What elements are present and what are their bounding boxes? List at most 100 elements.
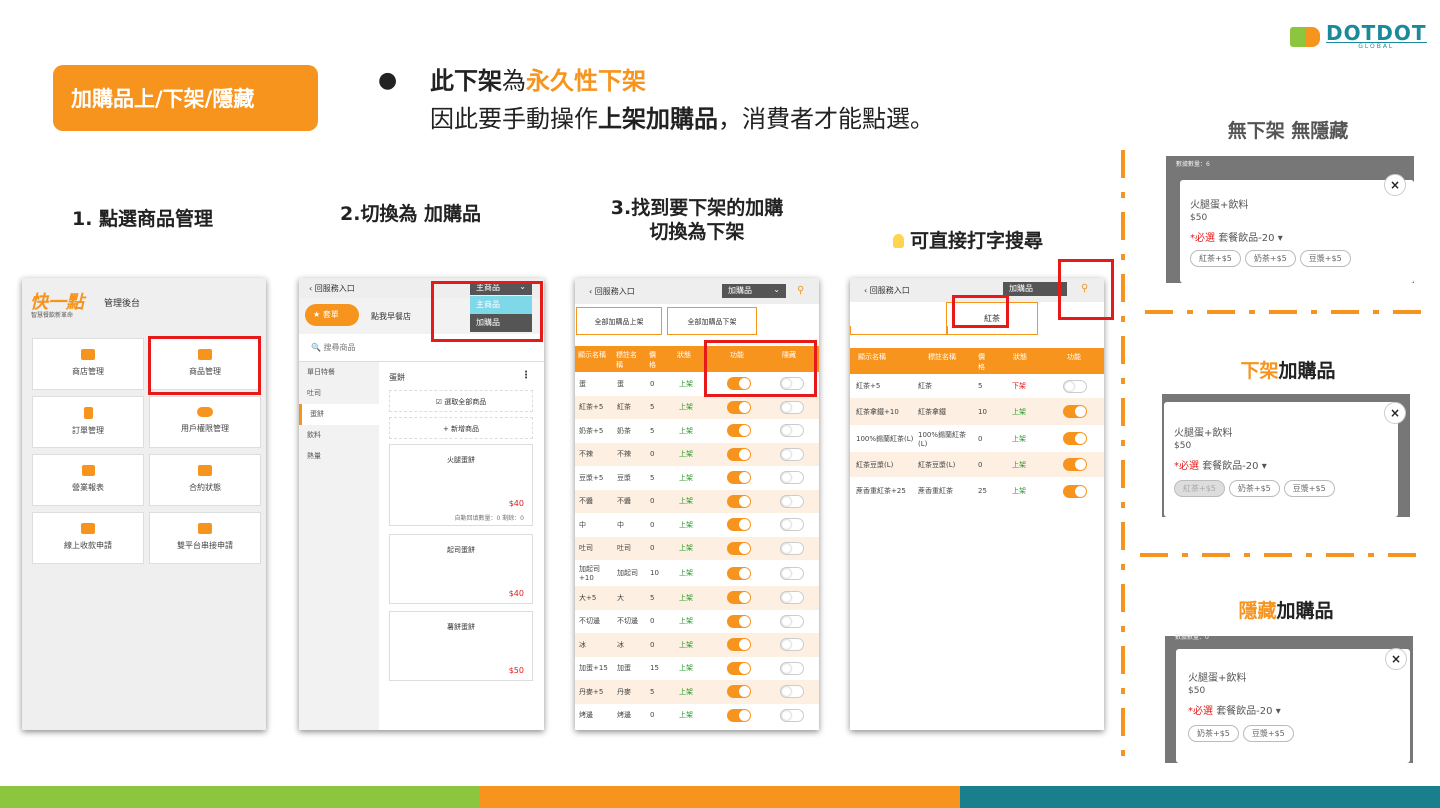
- step-4-label: 可直接打字搜尋: [893, 229, 1043, 253]
- status-toggle[interactable]: [727, 400, 751, 414]
- close-icon[interactable]: ×: [1385, 648, 1407, 670]
- status-toggle[interactable]: [727, 708, 751, 722]
- back-link[interactable]: 回服務入口: [315, 284, 355, 293]
- preview-top-text: 數據數量：6: [1176, 161, 1210, 168]
- table-cell: 中: [617, 520, 624, 529]
- filter-tab-left[interactable]: [850, 326, 948, 335]
- table-cell: 烤邊: [579, 711, 593, 720]
- close-icon[interactable]: ×: [1384, 174, 1406, 196]
- add-product-button[interactable]: + 新增商品: [389, 417, 533, 439]
- more-menu-icon[interactable]: ⋮: [521, 370, 531, 381]
- table-row: 紅茶拿鐵+10 紅茶拿鐵 10 上架: [850, 398, 1104, 425]
- hide-toggle[interactable]: [780, 591, 804, 605]
- status-toggle[interactable]: [727, 591, 751, 605]
- status-toggle[interactable]: [727, 661, 751, 675]
- status-toggle[interactable]: [727, 447, 751, 461]
- table-cell: 紅茶: [617, 403, 631, 412]
- tile-online-payment[interactable]: 線上收款申請: [32, 512, 144, 564]
- status-toggle[interactable]: [727, 566, 751, 580]
- option-pill[interactable]: 豆漿+$5: [1242, 725, 1294, 742]
- option-pill[interactable]: 紅茶+$5: [1190, 250, 1241, 267]
- addon-modal-card: 火腿蛋+飲料 $50 *必選 套餐飲品-20 ▾ 紅茶+$5 奶茶+$5 豆漿+$5: [1164, 402, 1398, 517]
- tile-sales-report[interactable]: 營業報表: [32, 454, 144, 506]
- hide-toggle[interactable]: [780, 708, 804, 722]
- all-addon-on-button[interactable]: 全部加購品上架: [576, 307, 662, 335]
- tile-order-management[interactable]: 訂單管理: [32, 396, 144, 448]
- tab-set-meal[interactable]: ★ 套單: [305, 304, 359, 326]
- tile-contract-status[interactable]: 合約狀態: [149, 454, 261, 506]
- table-cell: 上架: [679, 450, 693, 459]
- status-toggle[interactable]: [1063, 405, 1087, 418]
- table-cell: 上架: [1012, 407, 1026, 416]
- status-toggle[interactable]: [1063, 379, 1087, 393]
- category-item[interactable]: 飲料: [299, 425, 379, 446]
- hide-toggle[interactable]: [780, 541, 804, 555]
- tile-dual-platform[interactable]: 雙平台串接申請: [149, 512, 261, 564]
- status-toggle[interactable]: [727, 471, 751, 485]
- status-toggle[interactable]: [1063, 484, 1087, 498]
- category-item[interactable]: 吐司: [299, 383, 379, 404]
- category-item[interactable]: 單日特餐: [299, 362, 379, 383]
- status-toggle[interactable]: [727, 518, 751, 532]
- table-cell: 紅茶豆漿(L): [856, 460, 894, 469]
- select-all-button[interactable]: ☑ 選取全部商品: [389, 390, 533, 412]
- hide-toggle[interactable]: [780, 494, 804, 508]
- tile-user-permission[interactable]: 用戶權限管理: [149, 396, 261, 448]
- option-pill[interactable]: 奶茶+$5: [1244, 250, 1296, 267]
- dashed-divider-horizontal: [1140, 553, 1430, 557]
- addon-search-panel: ‹ 回服務入口 加購品 ⚲ 紅茶 顯示名稱 標註名稱 價格 狀態 功能 紅茶+5…: [850, 278, 1104, 730]
- brand-slogan: 智慧餐飲新革命: [31, 312, 74, 319]
- hide-toggle[interactable]: [780, 424, 804, 438]
- table-row: 不醬 不醬 0 上架: [575, 489, 819, 513]
- status-toggle[interactable]: [1063, 458, 1087, 471]
- back-link[interactable]: 回服務入口: [595, 287, 635, 296]
- option-pill[interactable]: 豆漿+$5: [1299, 250, 1351, 267]
- search-icon[interactable]: ⚲: [797, 285, 804, 296]
- table-cell: 5: [650, 687, 655, 696]
- status-toggle[interactable]: [727, 541, 751, 555]
- hide-toggle[interactable]: [780, 471, 804, 485]
- table-cell: 冰: [617, 640, 624, 649]
- option-pill[interactable]: 豆漿+$5: [1283, 480, 1335, 497]
- col-header: 標註名稱: [928, 353, 956, 361]
- hide-toggle[interactable]: [780, 685, 804, 699]
- hide-toggle[interactable]: [780, 661, 804, 675]
- option-pill[interactable]: 奶茶+$5: [1228, 480, 1280, 497]
- clipboard-icon: [83, 407, 93, 419]
- category-item-active[interactable]: 蛋餅: [299, 404, 379, 425]
- table-cell: 上架: [679, 520, 693, 529]
- table-cell: 0: [650, 544, 655, 553]
- product-card[interactable]: 薯餅蛋餅 $50: [389, 611, 533, 681]
- table-row: 蔗香重紅茶+25 蔗香重紅茶 25 上架: [850, 477, 1104, 505]
- all-addon-off-button[interactable]: 全部加購品下架: [667, 307, 757, 335]
- back-link[interactable]: 回服務入口: [870, 286, 910, 295]
- table-cell: 吐司: [617, 544, 631, 553]
- table-row: 加蛋+15 加蛋 15 上架: [575, 656, 819, 680]
- tile-store-management[interactable]: 商店管理: [32, 338, 144, 390]
- option-pill[interactable]: 奶茶+$5: [1188, 725, 1239, 742]
- table-cell: 蛋: [579, 379, 586, 388]
- hide-toggle[interactable]: [780, 447, 804, 461]
- status-toggle[interactable]: [727, 685, 751, 699]
- product-type-select[interactable]: 加購品 ⌄: [722, 284, 786, 298]
- status-toggle[interactable]: [727, 424, 751, 438]
- table-cell: 不醬: [617, 497, 631, 506]
- hide-toggle[interactable]: [780, 400, 804, 414]
- category-sidebar: 單日特餐 吐司 蛋餅 飲料 熱量: [299, 362, 379, 730]
- status-toggle[interactable]: [727, 494, 751, 508]
- category-item[interactable]: 熱量: [299, 446, 379, 467]
- hide-toggle[interactable]: [780, 566, 804, 580]
- hide-toggle[interactable]: [780, 518, 804, 532]
- product-card[interactable]: 起司蛋餅 $40: [389, 534, 533, 604]
- status-toggle[interactable]: [1063, 432, 1087, 445]
- hide-toggle[interactable]: [780, 614, 804, 628]
- status-toggle[interactable]: [727, 614, 751, 628]
- modal-title: 火腿蛋+飲料: [1188, 673, 1247, 684]
- product-card[interactable]: 火腿蛋餅 $40 自動回填數量：0 剩餘：0: [389, 444, 533, 526]
- tab-store[interactable]: 點我早餐店: [371, 311, 411, 322]
- close-icon[interactable]: ×: [1384, 402, 1406, 424]
- plain-text: 加購品: [1278, 360, 1336, 382]
- hide-toggle[interactable]: [780, 638, 804, 652]
- status-toggle[interactable]: [727, 638, 751, 652]
- plain-text: 為: [502, 67, 526, 95]
